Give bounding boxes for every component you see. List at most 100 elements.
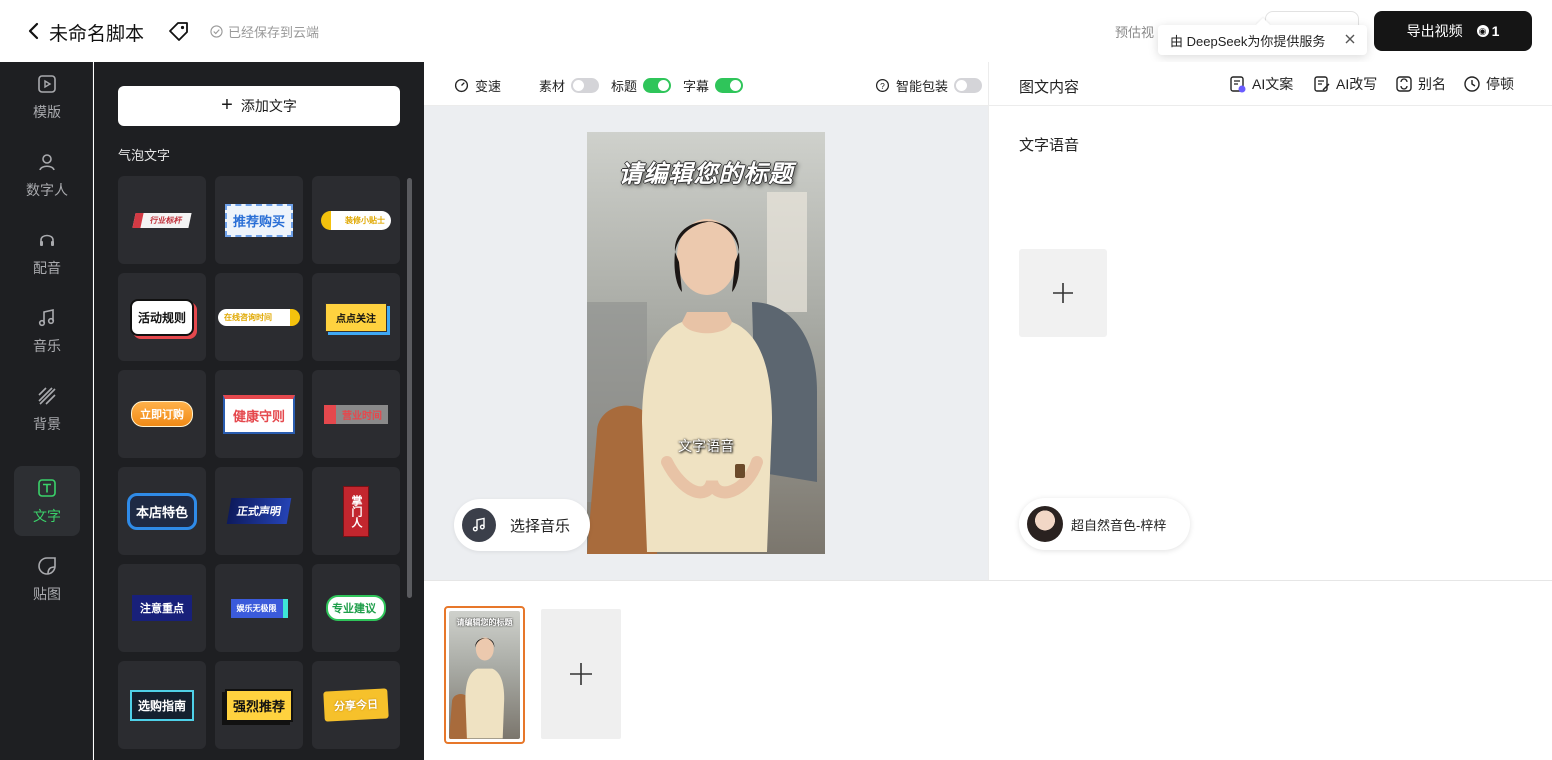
presenter-image (587, 192, 817, 554)
add-scene-button[interactable] (541, 609, 621, 739)
video-preview[interactable]: 请编辑您的标题 文字语音 (587, 132, 825, 554)
top-bar: 未命名脚本 已经保存到云端 预估视 导出视频 ◉ 1 由 DeepSeek为你提… (0, 0, 1552, 62)
pause-label: 停顿 (1486, 76, 1514, 92)
sticker-tile[interactable]: 选购指南 (118, 661, 206, 749)
sticker-text: 装修小贴士 (321, 210, 391, 230)
sticker-icon (38, 556, 56, 575)
sticker-text: 行业标杆 (132, 212, 192, 228)
rail-item-voiceover[interactable]: 配音 (14, 218, 80, 288)
sticker-tile[interactable]: 分享今日 (312, 661, 400, 749)
pause-button[interactable]: 停顿 (1463, 74, 1514, 94)
credit-coin-icon: ◉ (1476, 25, 1489, 37)
sticker-tile[interactable]: 强烈推荐 (215, 661, 303, 749)
video-title-overlay[interactable]: 请编辑您的标题 (587, 154, 825, 189)
tag-icon[interactable] (167, 19, 191, 43)
scene-thumbnail[interactable]: 请编辑您的标题 (444, 606, 525, 744)
sticker-tile[interactable]: 装修小贴士 (312, 176, 400, 264)
sticker-text: 在线咨询时间 (218, 308, 300, 326)
smart-pack-toggle-group: ? 智能包装 (875, 76, 983, 95)
text-panel: + 添加文字 气泡文字 行业标杆 推荐购买 装修小贴士 活动规则 在线咨询时间 … (94, 62, 424, 760)
subtitle-toggle[interactable] (715, 78, 744, 93)
plus-icon (1053, 283, 1073, 303)
rail-label: 背景 (33, 415, 61, 432)
deepseek-tooltip: 由 DeepSeek为你提供服务 (1158, 25, 1367, 55)
material-toggle[interactable] (571, 78, 600, 93)
video-subtitle-overlay[interactable]: 文字语音 (587, 436, 825, 456)
sticker-text: 强烈推荐 (224, 688, 293, 722)
rail-label: 数字人 (26, 181, 68, 198)
script-title[interactable]: 未命名脚本 (49, 19, 144, 46)
help-icon[interactable]: ? (875, 78, 890, 93)
ai-copy-label: AI文案 (1252, 76, 1294, 92)
sticker-text: 推荐购买 (224, 203, 293, 237)
export-credit: ◉ 1 (1476, 23, 1500, 39)
smart-pack-toggle[interactable] (954, 78, 983, 93)
sticker-text: 立即订购 (131, 401, 193, 427)
select-music-label: 选择音乐 (510, 517, 571, 535)
rail-item-text[interactable]: 文字 (14, 466, 80, 536)
title-toggle-group: 标题 (611, 76, 672, 95)
sticker-tile[interactable]: 本店特色 (118, 467, 206, 555)
speed-control[interactable]: 变速 (454, 76, 501, 95)
export-count: 1 (1491, 23, 1500, 39)
sticker-tile[interactable]: 娱乐无极限 (215, 564, 303, 652)
editor-toolbar: 变速 素材 标题 字幕 ? 智能包装 (424, 62, 988, 106)
material-label: 素材 (539, 79, 566, 94)
sticker-tile[interactable]: 正式声明 (215, 467, 303, 555)
add-media-button[interactable] (1019, 249, 1107, 337)
digital-human-icon (39, 153, 55, 170)
sticker-tile[interactable]: 注意重点 (118, 564, 206, 652)
ai-rewrite-button[interactable]: AI改写 (1313, 74, 1377, 94)
sticker-tile[interactable]: 健康守则 (215, 370, 303, 458)
alias-icon (1396, 76, 1412, 92)
sticker-tile[interactable]: 活动规则 (118, 273, 206, 361)
sticker-text: 分享今日 (323, 688, 389, 722)
select-music-button[interactable]: 选择音乐 (454, 499, 590, 551)
speed-gauge-icon (454, 78, 469, 93)
music-note-icon (462, 508, 496, 542)
sticker-tile[interactable]: 营业时间 (312, 370, 400, 458)
back-arrow-icon[interactable] (24, 20, 44, 42)
title-toggle[interactable] (643, 78, 672, 93)
script-text[interactable]: 文字语音 (1019, 134, 1079, 155)
avatar (1027, 506, 1063, 542)
sticker-tile[interactable]: 推荐购买 (215, 176, 303, 264)
sticker-tile[interactable]: 立即订购 (118, 370, 206, 458)
sticker-tile[interactable]: 在线咨询时间 (215, 273, 303, 361)
scene-thumbnail-image: 请编辑您的标题 (449, 611, 520, 739)
subtitle-label: 字幕 (683, 79, 710, 94)
rail-item-digital-human[interactable]: 数字人 (14, 140, 80, 210)
voiceover-icon (40, 234, 54, 246)
sticker-text: 专业建议 (326, 595, 386, 621)
voice-selector[interactable]: 超自然音色-梓梓 (1019, 498, 1190, 550)
export-video-button[interactable]: 导出视频 ◉ 1 (1374, 11, 1532, 51)
rail-item-background[interactable]: 背景 (14, 374, 80, 444)
preview-canvas: 请编辑您的标题 文字语音 选择音乐 (424, 106, 988, 580)
sticker-text: 营业时间 (324, 404, 388, 424)
ai-rewrite-label: AI改写 (1336, 76, 1378, 92)
alias-button[interactable]: 别名 (1395, 74, 1446, 94)
add-text-button[interactable]: + 添加文字 (118, 86, 400, 126)
ai-copy-button[interactable]: AI文案 (1229, 74, 1293, 94)
rail-item-sticker[interactable]: 贴图 (14, 544, 80, 614)
sticker-text: 正式声明 (226, 498, 292, 524)
title-label: 标题 (611, 79, 638, 94)
panel-scrollbar[interactable] (407, 178, 412, 598)
sticker-text: 选购指南 (129, 689, 194, 721)
rail-label: 贴图 (33, 585, 61, 602)
sticker-tile[interactable]: 点点关注 (312, 273, 400, 361)
section-title: 气泡文字 (118, 148, 171, 163)
rail-item-music[interactable]: 音乐 (14, 296, 80, 366)
check-circle-icon (210, 25, 223, 38)
content-panel-header: 图文内容 AI文案 AI改写 别名 停顿 (988, 62, 1552, 106)
sticker-tile[interactable]: 行业标杆 (118, 176, 206, 264)
sticker-tile[interactable]: 专业建议 (312, 564, 400, 652)
close-icon[interactable] (1343, 32, 1357, 46)
rail-item-template[interactable]: 模版 (14, 62, 80, 132)
export-label: 导出视频 (1406, 23, 1463, 39)
rail-label: 文字 (33, 507, 61, 524)
sticker-tile[interactable]: 掌门人 (312, 467, 400, 555)
material-toggle-group: 素材 (539, 76, 600, 95)
plus-icon: + (221, 94, 233, 116)
estimate-label: 预估视 (1115, 25, 1155, 40)
